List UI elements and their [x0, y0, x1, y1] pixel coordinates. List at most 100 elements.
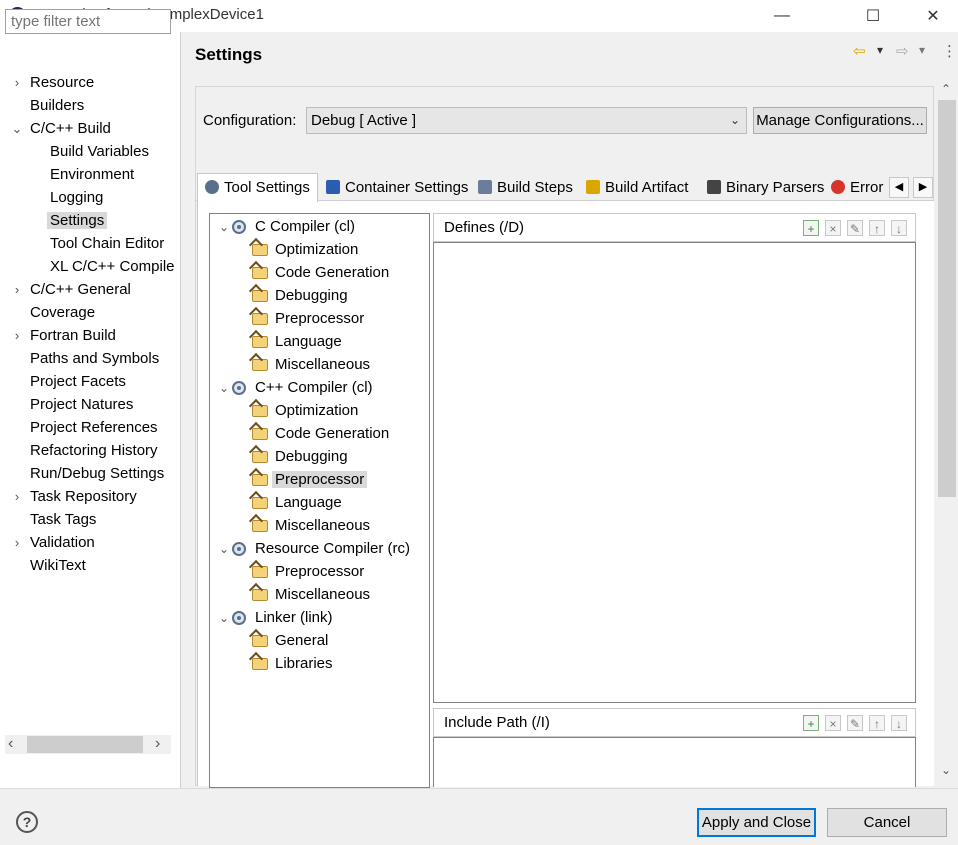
view-menu-icon[interactable]: ⋮ [942, 42, 957, 60]
nav-item[interactable]: Logging [47, 187, 106, 209]
move-down-define-icon[interactable]: ↓ [891, 220, 907, 236]
tab-container-settings[interactable]: Container Settings [322, 176, 468, 201]
nav-item[interactable]: Run/Debug Settings [27, 463, 167, 485]
configuration-select[interactable]: Debug [ Active ] ⌄ [306, 107, 747, 134]
defines-list[interactable] [433, 242, 916, 703]
tool-tree-node[interactable]: ⌄ C++ Compiler (cl) [219, 377, 376, 399]
forward-arrow-icon[interactable]: ⇨ [896, 42, 909, 60]
nav-item[interactable]: Settings [47, 210, 108, 232]
tool-tree-item[interactable]: Preprocessor [252, 308, 367, 330]
delete-define-icon[interactable]: × [825, 220, 841, 236]
build-steps-icon [478, 180, 492, 194]
delete-include-icon[interactable]: × [825, 715, 841, 731]
help-icon[interactable]: ? [16, 811, 38, 833]
tool-tree-item[interactable]: Preprocessor [252, 469, 368, 491]
tree-item-label: Optimization [275, 241, 359, 258]
nav-item[interactable]: WikiText [27, 555, 89, 577]
tool-tree-node[interactable]: ⌄ Resource Compiler (rc) [219, 538, 413, 560]
nav-scroll-left-icon[interactable]: ‹ [8, 735, 13, 753]
tool-tree-item[interactable]: Code Generation [252, 262, 392, 284]
nav-item[interactable]: XL C/C++ Compile [47, 256, 178, 278]
chevron-right-icon[interactable]: › [10, 72, 24, 94]
chevron-down-icon[interactable]: ⌄ [10, 118, 24, 140]
tool-tree-item[interactable]: Miscellaneous [252, 584, 373, 606]
nav-item[interactable]: Builders [27, 95, 87, 117]
tool-tree-node[interactable]: ⌄ Linker (link) [219, 607, 336, 629]
tab-binary-parsers[interactable]: Binary Parsers [703, 176, 824, 201]
nav-item[interactable]: Tool Chain Editor [47, 233, 167, 255]
nav-item[interactable]: Paths and Symbols [27, 348, 162, 370]
back-history-dropdown-icon[interactable]: ▾ [877, 43, 883, 57]
filter-input[interactable] [5, 9, 171, 34]
nav-item[interactable]: Coverage [27, 302, 98, 324]
tab-label: Build Steps [497, 179, 573, 196]
tool-tree-item[interactable]: Language [252, 492, 345, 514]
tool-tree-node[interactable]: ⌄ C Compiler (cl) [219, 216, 358, 238]
tool-tree-item[interactable]: Miscellaneous [252, 515, 373, 537]
tool-tree-item[interactable]: Libraries [252, 653, 336, 675]
cancel-button[interactable]: Cancel [827, 808, 947, 837]
manage-configurations-button[interactable]: Manage Configurations... [753, 107, 927, 134]
tab-build-artifact[interactable]: Build Artifact [582, 176, 688, 201]
tool-tree-item[interactable]: Code Generation [252, 423, 392, 445]
tool-tree-item[interactable]: Language [252, 331, 345, 353]
tool-tree-item[interactable]: Preprocessor [252, 561, 367, 583]
tool-tree-item[interactable]: Optimization [252, 239, 361, 261]
close-button[interactable]: ✕ [910, 0, 956, 32]
tab-tool-settings[interactable]: Tool Settings [197, 173, 318, 202]
move-up-define-icon[interactable]: ↑ [869, 220, 885, 236]
nav-item[interactable]: › Resource [15, 72, 97, 94]
edit-include-icon[interactable]: ✎ [847, 715, 863, 731]
tab-scroll-right-button[interactable]: ▶ [913, 177, 933, 198]
tab-scroll-left-button[interactable]: ◀ [889, 177, 909, 198]
nav-item[interactable]: Environment [47, 164, 137, 186]
back-arrow-icon[interactable]: ⇦ [853, 42, 866, 60]
scroll-up-icon[interactable]: ⌃ [941, 82, 951, 96]
nav-item[interactable]: › Validation [15, 532, 98, 554]
tree-item-label: Preprocessor [275, 310, 365, 327]
settings-scroll-thumb[interactable] [938, 100, 956, 497]
options-folder-icon [252, 313, 268, 325]
add-include-icon[interactable]: + [803, 715, 819, 731]
chevron-right-icon[interactable]: › [10, 279, 24, 301]
include-path-list[interactable] [433, 737, 916, 787]
trophy-icon [586, 180, 600, 194]
nav-item[interactable]: › Task Repository [15, 486, 140, 508]
nav-item[interactable]: › C/C++ General [15, 279, 134, 301]
chevron-down-icon[interactable]: ⌄ [218, 216, 230, 238]
nav-item[interactable]: Task Tags [27, 509, 99, 531]
nav-item[interactable]: Refactoring History [27, 440, 161, 462]
maximize-button[interactable]: ☐ [850, 0, 896, 32]
tool-tree-item[interactable]: Debugging [252, 446, 351, 468]
minimize-button[interactable]: — [759, 0, 805, 32]
tab-build-steps[interactable]: Build Steps [474, 176, 573, 201]
scroll-down-icon[interactable]: ⌄ [941, 763, 951, 777]
edit-define-icon[interactable]: ✎ [847, 220, 863, 236]
chevron-down-icon[interactable]: ⌄ [218, 538, 230, 560]
nav-scroll-right-icon[interactable]: › [155, 735, 160, 753]
chevron-right-icon[interactable]: › [10, 325, 24, 347]
options-folder-icon [252, 566, 268, 578]
add-define-icon[interactable]: + [803, 220, 819, 236]
move-down-include-icon[interactable]: ↓ [891, 715, 907, 731]
chevron-down-icon[interactable]: ⌄ [218, 377, 230, 399]
nav-scroll-thumb[interactable] [27, 736, 143, 753]
chevron-right-icon[interactable]: › [10, 486, 24, 508]
tool-tree-item[interactable]: Debugging [252, 285, 351, 307]
nav-item[interactable]: ⌄ C/C++ Build [12, 118, 114, 140]
tool-tree-item[interactable]: Miscellaneous [252, 354, 373, 376]
tool-tree-item[interactable]: Optimization [252, 400, 361, 422]
nav-item[interactable]: Project Facets [27, 371, 129, 393]
nav-item[interactable]: Project Natures [27, 394, 136, 416]
apply-and-close-button[interactable]: Apply and Close [697, 808, 816, 837]
move-up-include-icon[interactable]: ↑ [869, 715, 885, 731]
chevron-down-icon[interactable]: ⌄ [218, 607, 230, 629]
tab-error[interactable]: Error [827, 176, 883, 201]
nav-item[interactable]: Build Variables [47, 141, 152, 163]
nav-item-label: WikiText [30, 557, 86, 574]
forward-history-dropdown-icon[interactable]: ▾ [919, 43, 925, 57]
nav-item[interactable]: Project References [27, 417, 161, 439]
chevron-right-icon[interactable]: › [10, 532, 24, 554]
tool-tree-item[interactable]: General [252, 630, 331, 652]
nav-item[interactable]: › Fortran Build [15, 325, 119, 347]
